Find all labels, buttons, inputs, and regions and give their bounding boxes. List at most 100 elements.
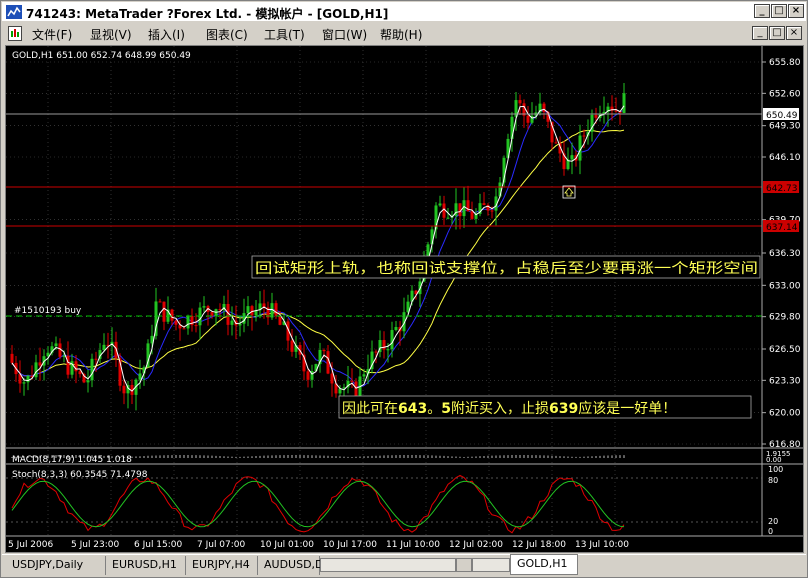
- menu-tools[interactable]: 工具(T): [264, 26, 305, 43]
- candle-body: [582, 135, 586, 137]
- tab-audusd-d[interactable]: AUDUSD,D: [258, 556, 324, 575]
- candle-body: [394, 327, 398, 331]
- candle-body: [162, 301, 166, 322]
- tab-gold-h1[interactable]: GOLD,H1: [510, 554, 578, 575]
- time-axis-label: 7 Jul 07:00: [197, 540, 246, 550]
- annotation-bottom-part: 因此可在: [342, 401, 398, 417]
- price-axis-label: 646.10: [769, 153, 801, 163]
- time-axis: 5 Jul 2006 5 Jul 23:00 6 Jul 15:00 7 Jul 07…: [8, 540, 629, 550]
- time-axis-label: 10 Jul 17:00: [323, 540, 377, 550]
- candle-body: [290, 340, 294, 352]
- candle-body: [22, 382, 26, 384]
- candle-body: [594, 114, 598, 118]
- window-title: 741243: MetaTrader ?Forex Ltd. - 模拟帐户 - …: [26, 7, 389, 21]
- tab-scroll-left-button[interactable]: [456, 558, 472, 572]
- chart-tab-bar: USDJPY,Daily EURUSD,H1 EURJPY,H4 AUDUSD,…: [2, 554, 806, 576]
- candle-body: [158, 301, 162, 303]
- candle-body: [622, 93, 626, 113]
- chart-window[interactable]: GOLD,H1 651.00 652.74 648.99 650.49 #151…: [5, 45, 804, 553]
- tab-usdjpy-daily[interactable]: USDJPY,Daily: [6, 556, 106, 575]
- current-price-label: 650.49: [766, 111, 798, 121]
- close-button[interactable]: ×: [788, 4, 804, 18]
- candle-body: [386, 349, 390, 351]
- order-label: #1510193 buy: [14, 306, 82, 316]
- time-axis-label: 5 Jul 23:00: [71, 540, 120, 550]
- time-axis-label: 10 Jul 01:00: [260, 540, 314, 550]
- price-chart[interactable]: GOLD,H1 651.00 652.74 648.99 650.49 #151…: [6, 46, 803, 552]
- price-axis-label: 636.30: [769, 249, 801, 259]
- candle-body: [38, 362, 42, 366]
- time-axis-label: 6 Jul 15:00: [134, 540, 183, 550]
- menu-view[interactable]: 显视(V): [90, 26, 132, 43]
- child-restore-button[interactable]: □: [769, 26, 785, 40]
- candle-body: [446, 217, 450, 219]
- candle-body: [182, 328, 186, 330]
- menu-help[interactable]: 帮助(H): [380, 26, 422, 43]
- annotation-bottom-part: 附近买入，止损: [451, 401, 549, 417]
- time-axis-label: 12 Jul 18:00: [512, 540, 566, 550]
- metatrader-app-icon: [6, 5, 22, 19]
- candle-body: [86, 380, 90, 383]
- candle-body: [194, 325, 198, 327]
- tab-eurjpy-h4[interactable]: EURJPY,H4: [186, 556, 258, 575]
- annotation-bottom: 因此可在643。5附近买入，止损639应该是一好单！: [342, 400, 676, 417]
- chart-document-icon: [8, 26, 22, 41]
- candle-body: [390, 330, 394, 350]
- candle-body: [210, 311, 214, 316]
- candle-body: [138, 373, 142, 380]
- annotation-top: 回试矩形上轨，也称回试支撑位，占稳后至少要再涨一个矩形空间: [255, 261, 758, 277]
- candle-body: [230, 320, 234, 325]
- price-axis-label: 655.80: [769, 58, 801, 68]
- annotation-bottom-stop: 639: [549, 401, 578, 417]
- candle-body: [438, 203, 442, 206]
- time-axis-label: 12 Jul 02:00: [449, 540, 503, 550]
- candle-body: [102, 344, 106, 351]
- price-axis-label: 623.30: [769, 376, 801, 386]
- price-axis-label: 652.60: [769, 89, 801, 99]
- candle-body: [26, 375, 30, 383]
- tabs-scroll-thumb[interactable]: [472, 558, 510, 572]
- price-axis-label: 620.00: [769, 409, 801, 419]
- candle-body: [330, 373, 334, 384]
- chart-header: GOLD,H1 651.00 652.74 648.99 650.49: [12, 51, 191, 61]
- menu-insert[interactable]: 插入(I): [148, 26, 185, 43]
- candle-body: [482, 203, 486, 206]
- stoch-scale-0: 0: [768, 527, 773, 536]
- annotation-bottom-entry-decimal: 5: [441, 401, 451, 417]
- tab-eurusd-h1[interactable]: EURUSD,H1: [106, 556, 186, 575]
- menu-file[interactable]: 文件(F): [32, 26, 72, 43]
- candle-body: [526, 115, 530, 123]
- price-axis-label: 629.80: [769, 313, 801, 323]
- maximize-button[interactable]: □: [771, 4, 787, 18]
- price-axis-label: 633.00: [769, 281, 801, 291]
- annotation-bottom-part: 应该是一好单！: [578, 400, 676, 417]
- tabs-scroll-area[interactable]: [320, 558, 456, 572]
- candle-body: [382, 340, 386, 350]
- buy-arrow-icon: [562, 185, 576, 199]
- candle-body: [518, 100, 522, 104]
- candle-body: [614, 110, 618, 112]
- child-minimize-button[interactable]: _: [752, 26, 768, 40]
- menu-window[interactable]: 窗口(W): [322, 26, 367, 43]
- level-label-lower: 637.14: [766, 223, 798, 233]
- candle-body: [362, 374, 366, 377]
- stoch-scale-20: 20: [768, 517, 778, 526]
- candle-body: [34, 362, 38, 378]
- candle-body: [554, 142, 558, 144]
- annotation-bottom-entry: 643: [398, 401, 427, 417]
- title-bar[interactable]: 741243: MetaTrader ?Forex Ltd. - 模拟帐户 - …: [2, 2, 806, 22]
- candle-body: [278, 315, 282, 325]
- child-close-button[interactable]: ×: [786, 26, 802, 40]
- candle-body: [122, 385, 126, 394]
- candle-body: [74, 361, 78, 372]
- candle-body: [90, 358, 94, 381]
- time-axis-label: 5 Jul 2006: [8, 540, 53, 550]
- candle-body: [274, 303, 278, 316]
- stoch-label: Stoch(8,3,3) 60.3545 71.4798: [12, 470, 148, 480]
- terminal-window: 741243: MetaTrader ?Forex Ltd. - 模拟帐户 - …: [0, 0, 808, 578]
- candle-body: [238, 323, 242, 326]
- candle-body: [202, 306, 206, 308]
- menu-charts[interactable]: 图表(C): [206, 26, 248, 43]
- minimize-button[interactable]: _: [754, 4, 770, 18]
- price-axis-label: 626.50: [769, 345, 801, 355]
